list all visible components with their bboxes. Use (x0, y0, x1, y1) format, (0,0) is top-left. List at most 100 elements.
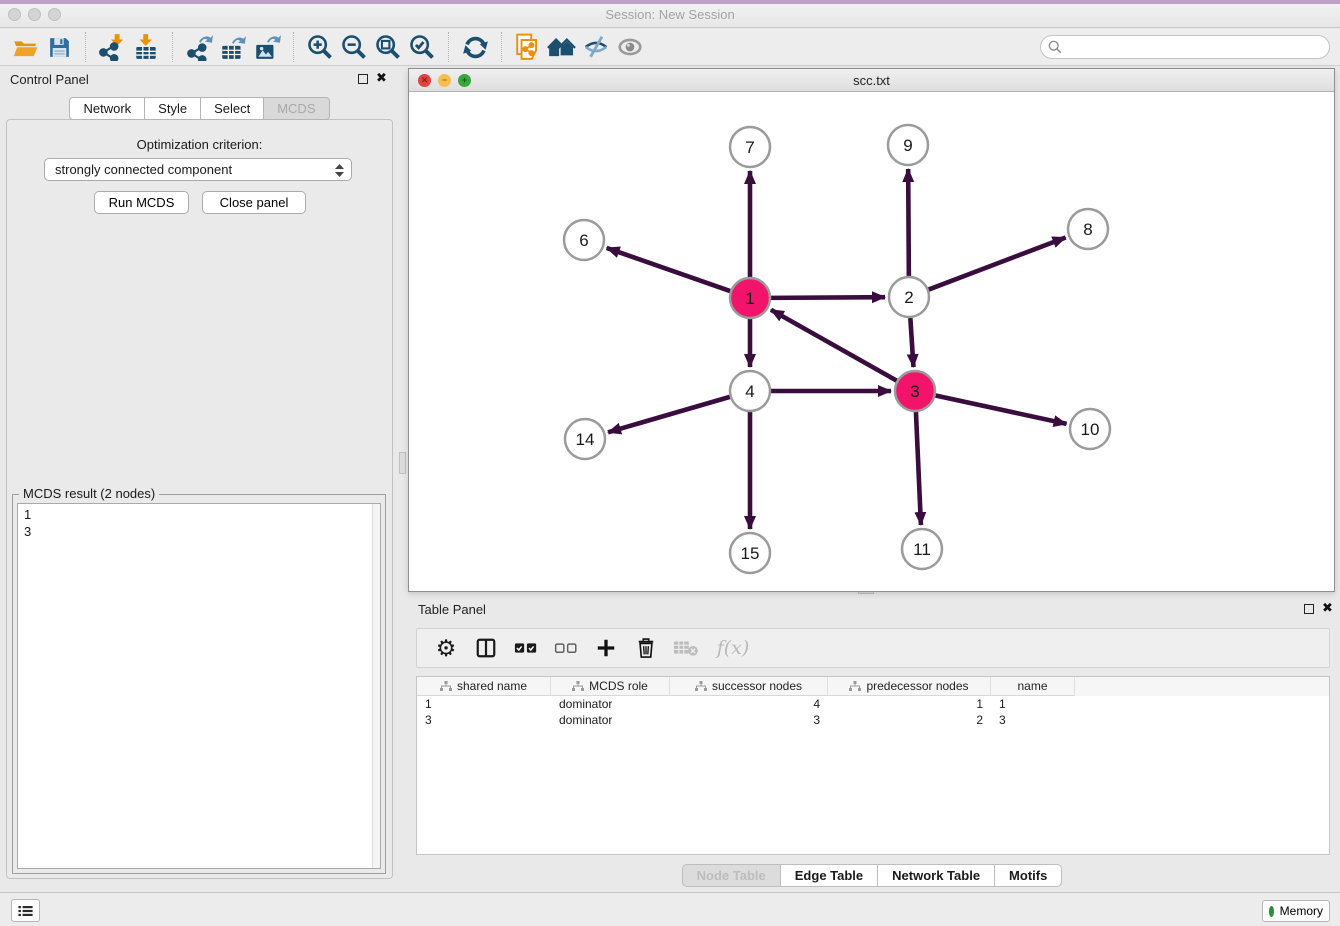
main-titlebar: Session: New Session (0, 0, 1340, 28)
node-label: 2 (904, 288, 913, 307)
tab-edge-table[interactable]: Edge Table (780, 864, 877, 887)
table-cell[interactable]: 1 (417, 697, 551, 711)
task-history-button[interactable] (11, 899, 40, 922)
edge-2-8[interactable] (929, 238, 1066, 290)
mcds-result-scrollbar[interactable] (372, 504, 380, 868)
hide-selected-button[interactable] (579, 31, 613, 63)
open-session-button[interactable] (8, 31, 42, 63)
table-cell[interactable]: 3 (417, 713, 551, 727)
control-panel-close-button[interactable]: ✖ (376, 70, 387, 86)
node-1[interactable]: 1 (730, 278, 770, 318)
tab-mcds[interactable]: MCDS (263, 97, 329, 120)
search-field-wrap (1040, 35, 1330, 59)
search-icon (1048, 40, 1062, 54)
edge-3-11[interactable] (916, 412, 921, 525)
node-table: shared name MCDS role successor nodesprede… (416, 676, 1330, 855)
zoom-in-button[interactable] (303, 31, 337, 63)
table-panel-float-button[interactable] (1304, 604, 1314, 614)
node-11[interactable]: 11 (902, 529, 942, 569)
apply-layout-button[interactable] (458, 31, 492, 63)
network-window-title: scc.txt (409, 73, 1334, 88)
table-cell[interactable]: 1 (828, 697, 991, 711)
memory-status-icon (1269, 906, 1274, 917)
edge-1-2[interactable] (771, 297, 885, 298)
node-2[interactable]: 2 (889, 277, 929, 317)
column-header-successor-nodes[interactable]: successor nodes (670, 677, 828, 696)
table-cell[interactable]: 3 (670, 713, 828, 727)
search-input[interactable] (1040, 35, 1330, 59)
node-3[interactable]: 3 (895, 371, 935, 411)
control-panel-float-button[interactable] (358, 74, 368, 84)
node-10[interactable]: 10 (1070, 409, 1110, 449)
table-cell[interactable]: 2 (828, 713, 991, 727)
plus-icon (595, 637, 617, 659)
edge-3-1[interactable] (771, 310, 897, 381)
delete-table-button[interactable] (673, 634, 699, 662)
tab-style[interactable]: Style (144, 97, 200, 120)
toolbar-separator (293, 32, 294, 62)
table-cell[interactable]: dominator (551, 713, 670, 727)
column-view-button[interactable] (473, 634, 499, 662)
column-header-name[interactable]: name (991, 677, 1075, 696)
zoom-in-icon (306, 33, 334, 61)
edge-3-10[interactable] (936, 395, 1067, 423)
show-selected-button[interactable] (613, 31, 647, 63)
table-cell[interactable]: dominator (551, 697, 670, 711)
edge-2-9[interactable] (908, 169, 909, 276)
delete-column-button[interactable] (633, 634, 659, 662)
mcds-result-text[interactable]: 1 3 (17, 503, 381, 869)
tab-motifs[interactable]: Motifs (994, 864, 1062, 887)
attribute-type-icon (695, 681, 707, 692)
node-9[interactable]: 9 (888, 125, 928, 165)
table-cell[interactable]: 1 (991, 697, 1075, 711)
tab-network-table[interactable]: Network Table (877, 864, 994, 887)
clone-network-button[interactable] (511, 31, 545, 63)
zoom-selected-button[interactable] (405, 31, 439, 63)
import-table-button[interactable] (129, 31, 163, 63)
node-8[interactable]: 8 (1068, 209, 1108, 249)
network-canvas[interactable]: 7 9 6 8 1 2 4 3 14 10 15 11 (409, 92, 1334, 591)
table-row[interactable]: 1dominator411 (417, 696, 1329, 712)
vertical-splitter-handle[interactable] (399, 452, 406, 474)
export-image-icon (253, 33, 281, 61)
zoom-out-button[interactable] (337, 31, 371, 63)
table-panel: Table Panel ✖ ⚙ (408, 595, 1336, 890)
export-image-button[interactable] (250, 31, 284, 63)
add-column-button[interactable] (593, 634, 619, 662)
import-network-button[interactable] (95, 31, 129, 63)
toolbar-separator (501, 32, 502, 62)
criterion-select[interactable]: strongly connected component (44, 158, 352, 181)
column-header-shared-name[interactable]: shared name (417, 677, 551, 696)
table-panel-close-button[interactable]: ✖ (1322, 600, 1333, 616)
node-7[interactable]: 7 (730, 127, 770, 167)
export-network-button[interactable] (182, 31, 216, 63)
column-header-predecessor-nodes[interactable]: predecessor nodes (828, 677, 991, 696)
memory-button[interactable]: Memory (1262, 900, 1330, 922)
function-builder-button[interactable]: f(x) (713, 634, 753, 662)
node-4[interactable]: 4 (730, 371, 770, 411)
edge-2-3[interactable] (910, 318, 913, 367)
tab-select[interactable]: Select (200, 97, 263, 120)
select-all-button[interactable] (513, 634, 539, 662)
show-all-networks-button[interactable] (545, 31, 579, 63)
tab-network[interactable]: Network (69, 97, 144, 120)
export-table-button[interactable] (216, 31, 250, 63)
edge-1-6[interactable] (607, 248, 731, 291)
table-cell[interactable]: 4 (670, 697, 828, 711)
edge-4-14[interactable] (608, 397, 730, 432)
node-14[interactable]: 14 (565, 419, 605, 459)
node-6[interactable]: 6 (564, 220, 604, 260)
run-mcds-button[interactable]: Run MCDS (94, 191, 189, 214)
zoom-fit-button[interactable] (371, 31, 405, 63)
table-cell[interactable]: 3 (991, 713, 1075, 727)
column-header-MCDS-role[interactable]: MCDS role (551, 677, 670, 696)
tab-node-table[interactable]: Node Table (682, 864, 780, 887)
save-session-button[interactable] (42, 31, 76, 63)
unselect-all-button[interactable] (553, 634, 579, 662)
node-15[interactable]: 15 (730, 533, 770, 573)
table-settings-button[interactable]: ⚙ (433, 634, 459, 662)
column-view-icon (475, 637, 497, 659)
close-panel-button[interactable]: Close panel (202, 191, 306, 214)
column-header-label: MCDS role (589, 679, 648, 693)
table-row[interactable]: 3dominator323 (417, 712, 1329, 728)
